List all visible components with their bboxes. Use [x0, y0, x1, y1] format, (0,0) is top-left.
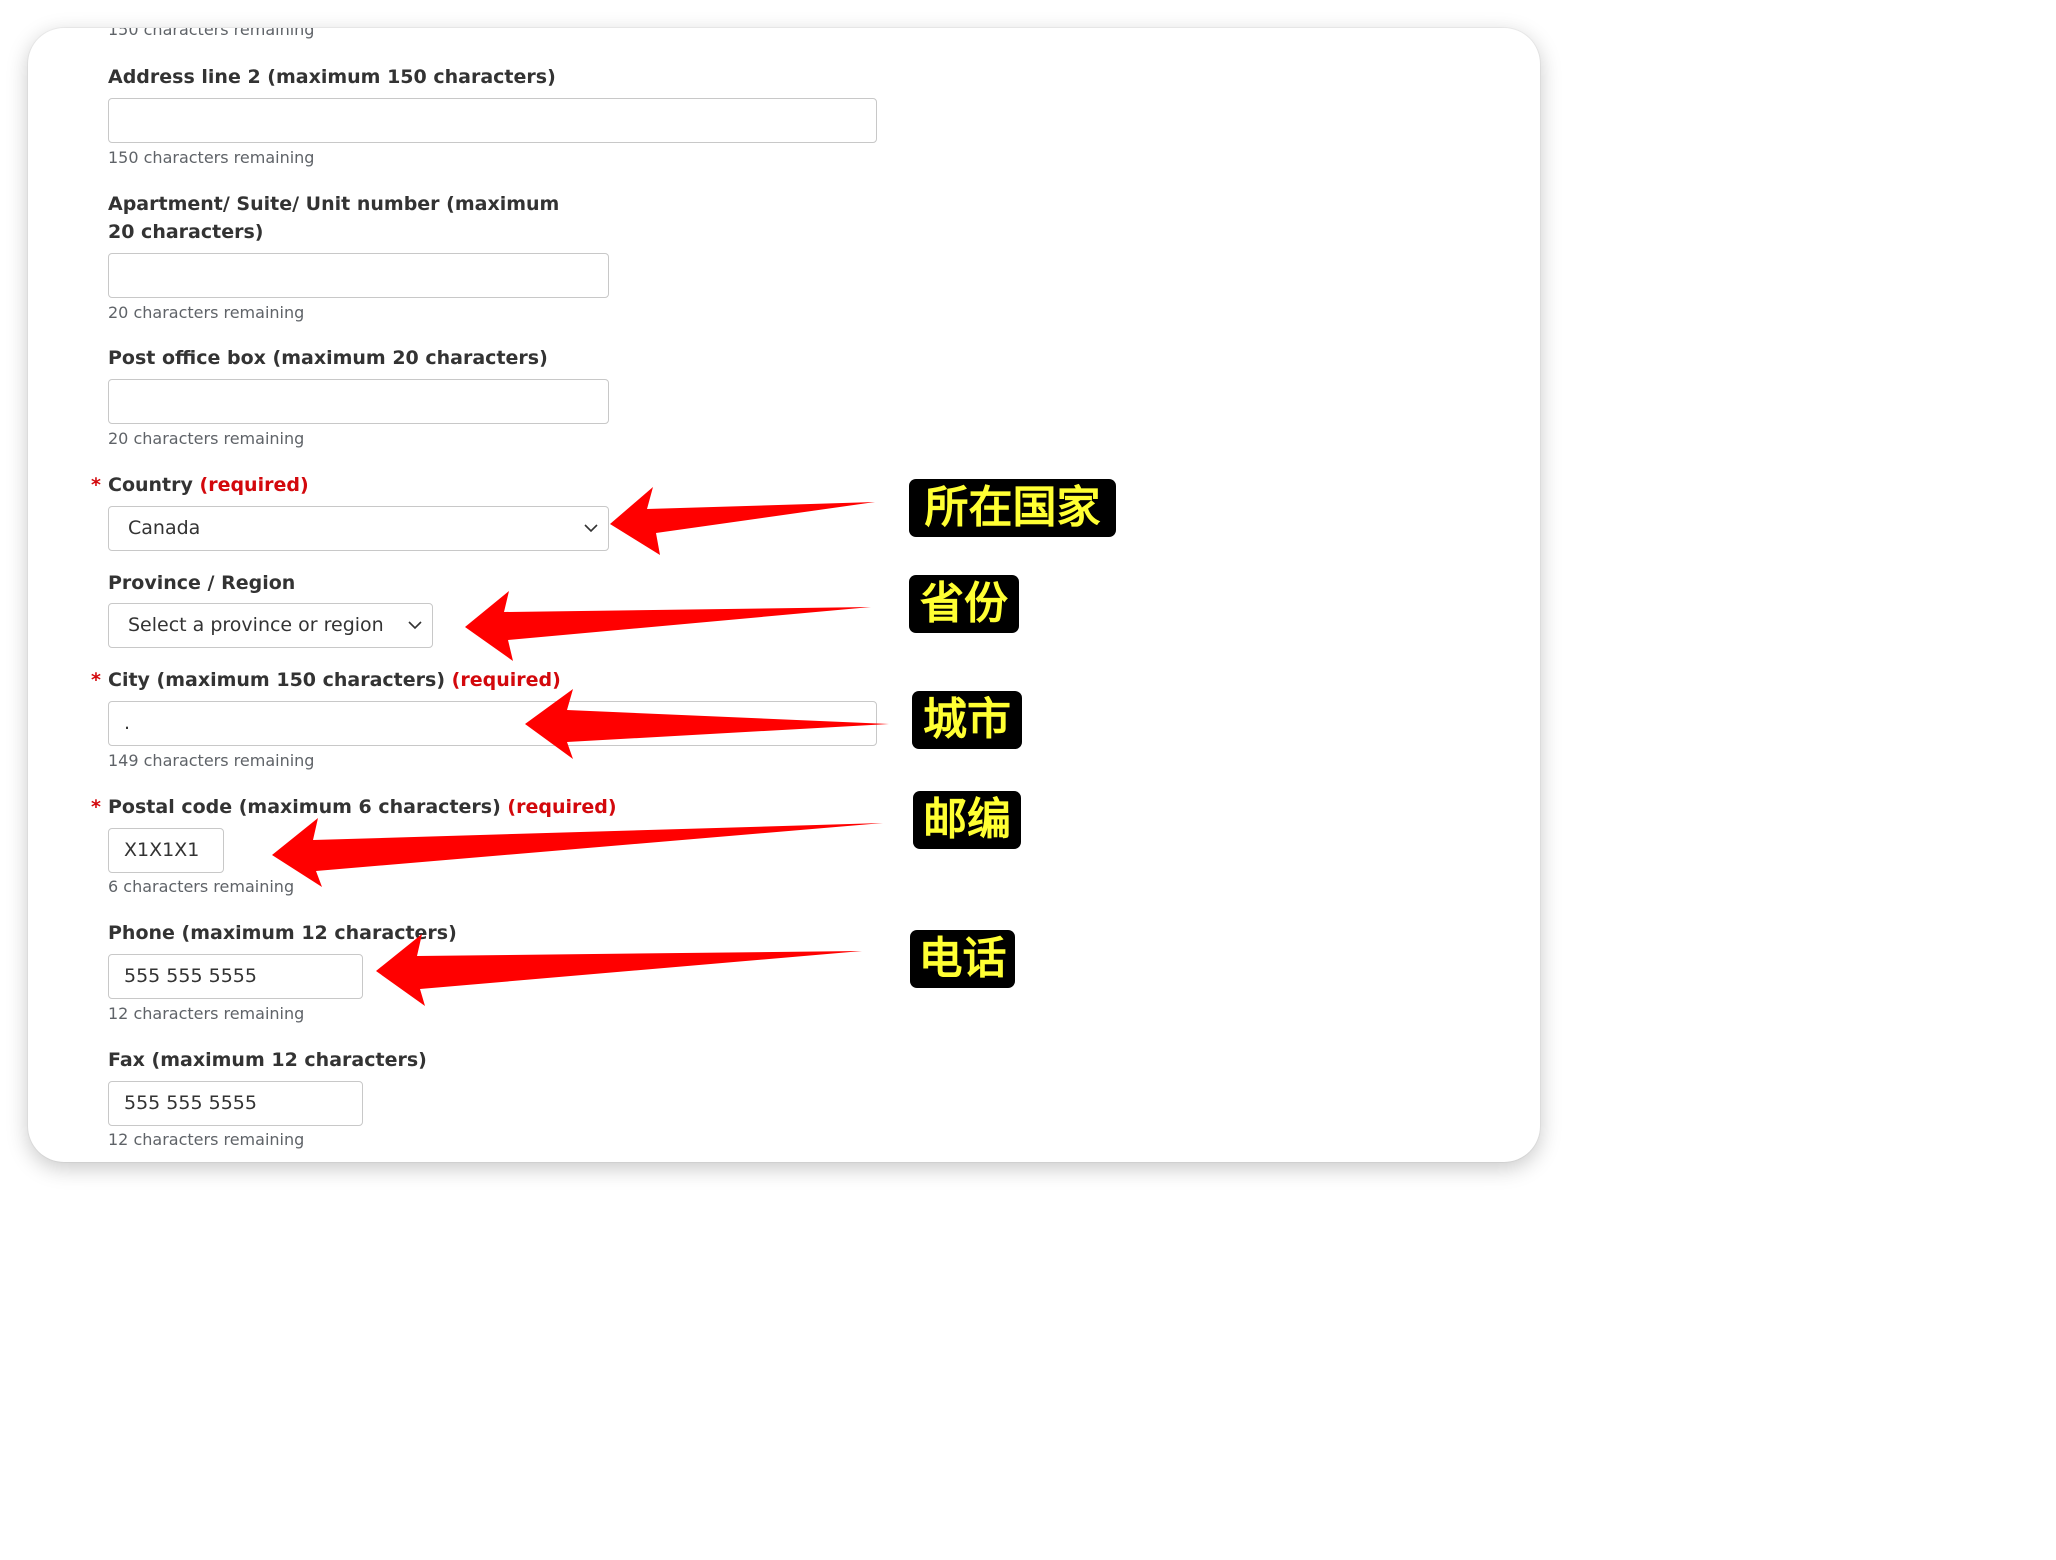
country-required-text: (required)	[199, 474, 309, 496]
fax-label: Fax (maximum 12 characters)	[108, 1049, 427, 1071]
province-select-value: Select a province or region	[128, 614, 384, 636]
postal-code-required-star: *	[91, 796, 101, 818]
postal-code-input[interactable]: X1X1X1	[108, 828, 224, 873]
postal-code-annotation: 邮编	[913, 791, 1021, 849]
phone-remaining: 12 characters remaining	[108, 1004, 305, 1023]
postal-code-required-text: (required)	[507, 796, 617, 818]
province-label: Province / Region	[108, 572, 296, 594]
postal-code-remaining: 6 characters remaining	[108, 877, 295, 896]
city-required-star: *	[91, 669, 101, 691]
chevron-down-icon	[584, 524, 598, 533]
address-line-2-remaining: 150 characters remaining	[108, 148, 315, 167]
po-box-label: Post office box (maximum 20 characters)	[108, 347, 548, 369]
city-value: .	[124, 712, 131, 734]
phone-input[interactable]: 555 555 5555	[108, 954, 363, 999]
apartment-label: Apartment/ Suite/ Unit number (maximum 2…	[108, 193, 560, 243]
country-annotation: 所在国家	[909, 479, 1116, 537]
address-line-2-label: Address line 2 (maximum 150 characters)	[108, 66, 556, 88]
phone-annotation: 电话	[910, 930, 1015, 988]
po-box-remaining: 20 characters remaining	[108, 429, 305, 448]
province-select[interactable]: Select a province or region	[108, 603, 433, 648]
city-label-text: City (maximum 150 characters)	[108, 669, 446, 691]
fax-value: 555 555 5555	[124, 1092, 257, 1114]
province-annotation: 省份	[909, 575, 1019, 633]
phone-value: 555 555 5555	[124, 965, 257, 987]
country-label: Country (required)	[108, 471, 309, 499]
postal-code-value: X1X1X1	[124, 839, 200, 861]
country-select[interactable]: Canada	[108, 506, 609, 551]
form-card: 150 characters remaining Address line 2 …	[28, 28, 1540, 1162]
po-box-input[interactable]	[108, 379, 609, 424]
country-select-value: Canada	[128, 517, 201, 539]
phone-label: Phone (maximum 12 characters)	[108, 922, 457, 944]
city-label: City (maximum 150 characters) (required)	[108, 666, 561, 694]
city-input[interactable]: .	[108, 701, 877, 746]
chevron-down-icon	[408, 621, 422, 630]
address-line-1-remaining: 150 characters remaining	[108, 28, 315, 39]
country-required-star: *	[91, 474, 101, 496]
postal-code-label: Postal code (maximum 6 characters) (requ…	[108, 793, 617, 821]
postal-code-label-text: Postal code (maximum 6 characters)	[108, 796, 501, 818]
address-line-2-input[interactable]	[108, 98, 877, 143]
city-required-text: (required)	[451, 669, 561, 691]
fax-remaining: 12 characters remaining	[108, 1130, 305, 1149]
city-remaining: 149 characters remaining	[108, 751, 315, 770]
apartment-remaining: 20 characters remaining	[108, 303, 305, 322]
apartment-input[interactable]	[108, 253, 609, 298]
city-annotation: 城市	[912, 691, 1022, 749]
fax-input[interactable]: 555 555 5555	[108, 1081, 363, 1126]
country-label-text: Country	[108, 474, 193, 496]
